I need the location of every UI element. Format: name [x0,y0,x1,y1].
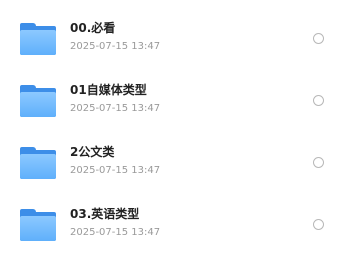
folder-icon [20,23,56,55]
file-name: 01自媒体类型 [70,83,147,97]
select-radio[interactable] [313,219,324,230]
select-radio[interactable] [313,33,324,44]
file-name: 00.必看 [70,21,116,35]
folder-icon [20,209,56,241]
select-radio[interactable] [313,157,324,168]
file-name: 03.英语类型 [70,207,140,221]
list-item[interactable]: 00.必看 2025-07-15 13:47 [0,9,350,69]
folder-icon [20,85,56,117]
file-date: 2025-07-15 13:47 [70,165,161,176]
file-date: 2025-07-15 13:47 [70,103,161,114]
list-item[interactable]: 03.英语类型 2025-07-15 13:47 [0,195,350,255]
list-item[interactable]: 01自媒体类型 2025-07-15 13:47 [0,71,350,131]
file-name: 2公文类 [70,145,115,159]
list-item[interactable]: 2公文类 2025-07-15 13:47 [0,133,350,193]
select-radio[interactable] [313,95,324,106]
folder-icon [20,147,56,179]
file-date: 2025-07-15 13:47 [70,227,161,238]
file-date: 2025-07-15 13:47 [70,41,161,52]
